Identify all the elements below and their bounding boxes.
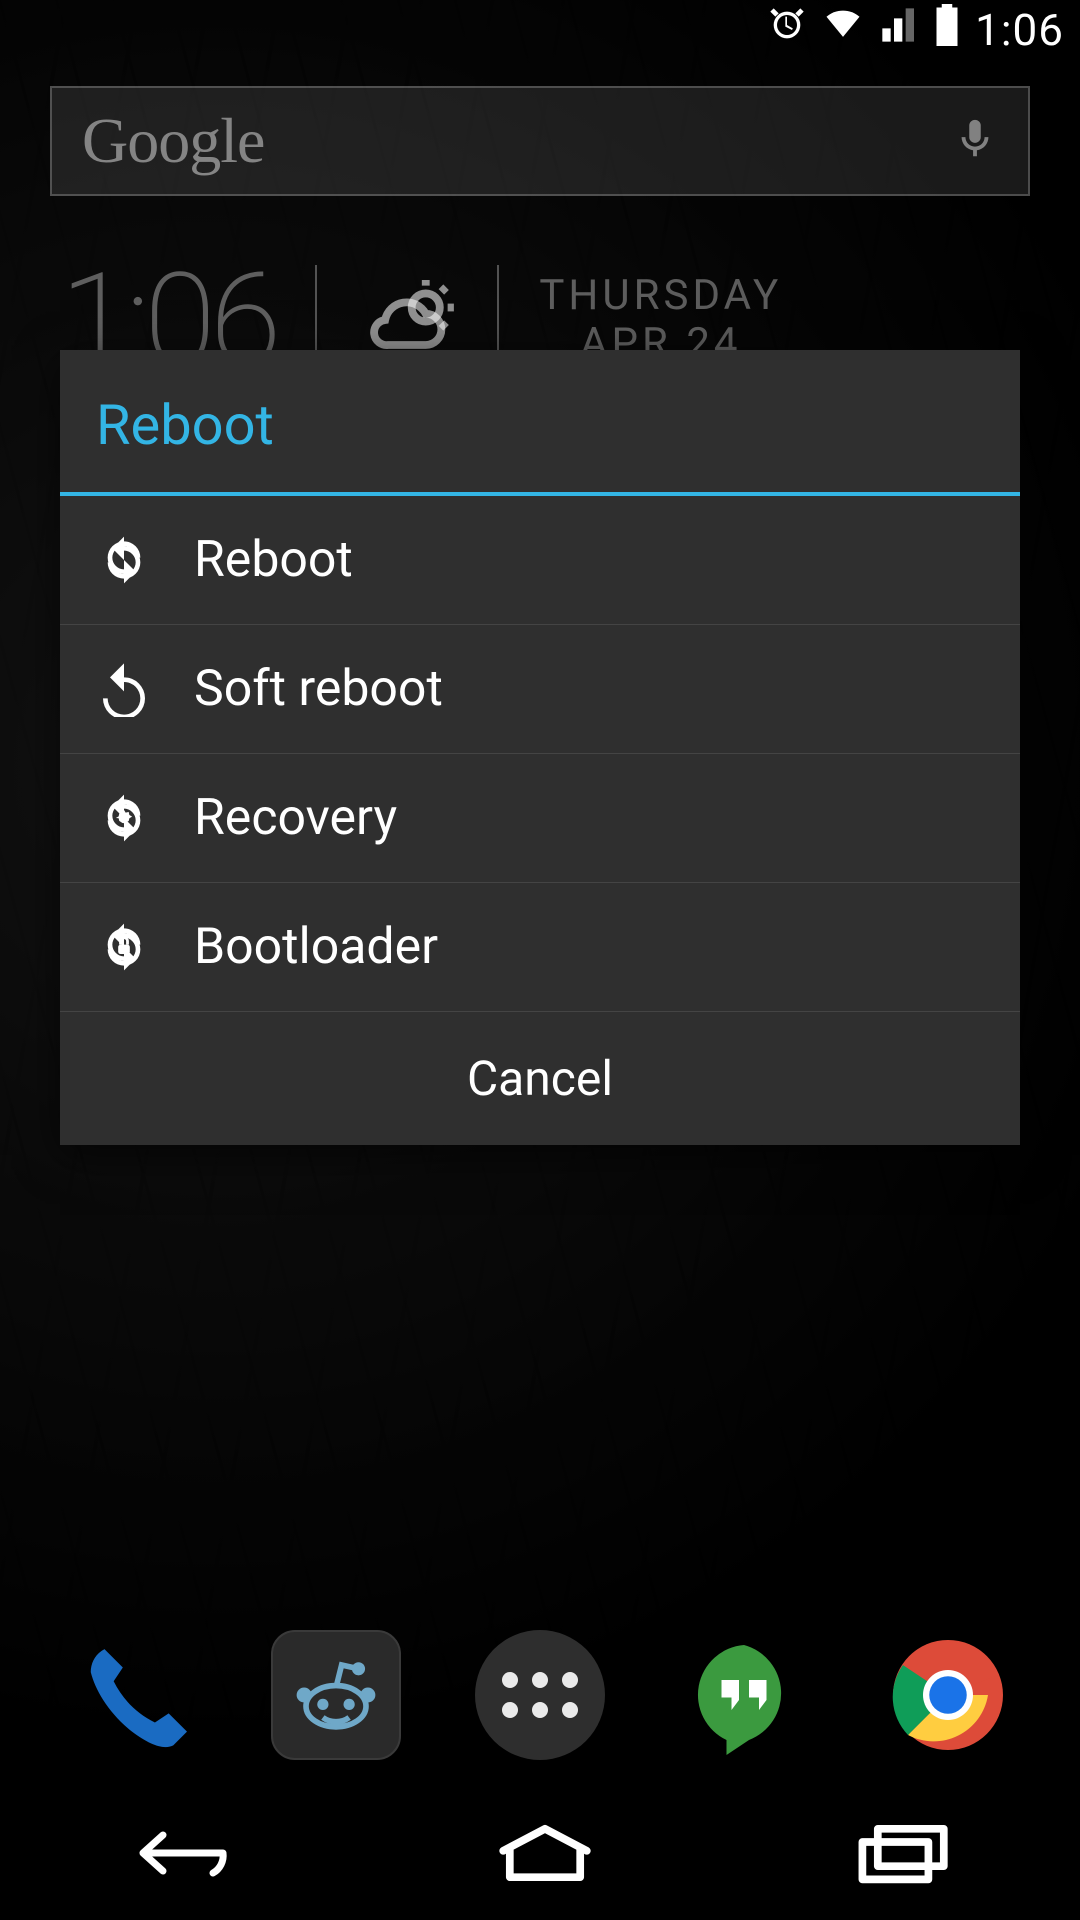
cancel-button[interactable]: Cancel bbox=[60, 1012, 1020, 1145]
dialog-title: Reboot bbox=[60, 350, 1020, 496]
alarm-icon bbox=[767, 4, 807, 56]
reddit-app-icon[interactable] bbox=[271, 1630, 401, 1760]
reboot-dialog: Reboot Reboot Soft reboot Recovery bbox=[60, 350, 1020, 1145]
refresh-lock-icon bbox=[94, 917, 154, 977]
google-logo: Google bbox=[82, 104, 264, 178]
cell-signal-icon bbox=[879, 4, 919, 56]
recent-apps-button[interactable] bbox=[847, 1818, 957, 1892]
refresh-icon bbox=[94, 530, 154, 590]
voice-search-icon[interactable] bbox=[952, 116, 998, 166]
status-bar-time: 1:06 bbox=[975, 4, 1064, 56]
battery-icon bbox=[933, 4, 961, 57]
google-search-widget[interactable]: Google bbox=[50, 86, 1030, 196]
option-label: Reboot bbox=[194, 531, 353, 589]
phone-app-icon[interactable] bbox=[67, 1630, 197, 1760]
reboot-option-reboot[interactable]: Reboot bbox=[60, 496, 1020, 625]
navigation-bar bbox=[0, 1790, 1080, 1920]
reboot-option-soft-reboot[interactable]: Soft reboot bbox=[60, 625, 1020, 754]
dock bbox=[0, 1610, 1080, 1780]
status-bar: 1:06 bbox=[0, 0, 1080, 60]
refresh-gear-icon bbox=[94, 788, 154, 848]
back-button[interactable] bbox=[123, 1818, 243, 1892]
widget-day-of-week: THURSDAY bbox=[539, 272, 782, 320]
reboot-option-recovery[interactable]: Recovery bbox=[60, 754, 1020, 883]
chrome-app-icon[interactable] bbox=[883, 1630, 1013, 1760]
app-drawer-icon[interactable] bbox=[475, 1630, 605, 1760]
option-label: Soft reboot bbox=[194, 660, 443, 718]
option-label: Recovery bbox=[194, 789, 397, 847]
home-button[interactable] bbox=[490, 1818, 600, 1892]
weather-icon bbox=[357, 280, 457, 360]
reboot-option-bootloader[interactable]: Bootloader bbox=[60, 883, 1020, 1012]
dots-icon bbox=[502, 1672, 578, 1718]
hangouts-app-icon[interactable] bbox=[679, 1630, 809, 1760]
wifi-icon bbox=[821, 3, 865, 58]
option-label: Bootloader bbox=[194, 918, 438, 976]
undo-icon bbox=[94, 659, 154, 719]
